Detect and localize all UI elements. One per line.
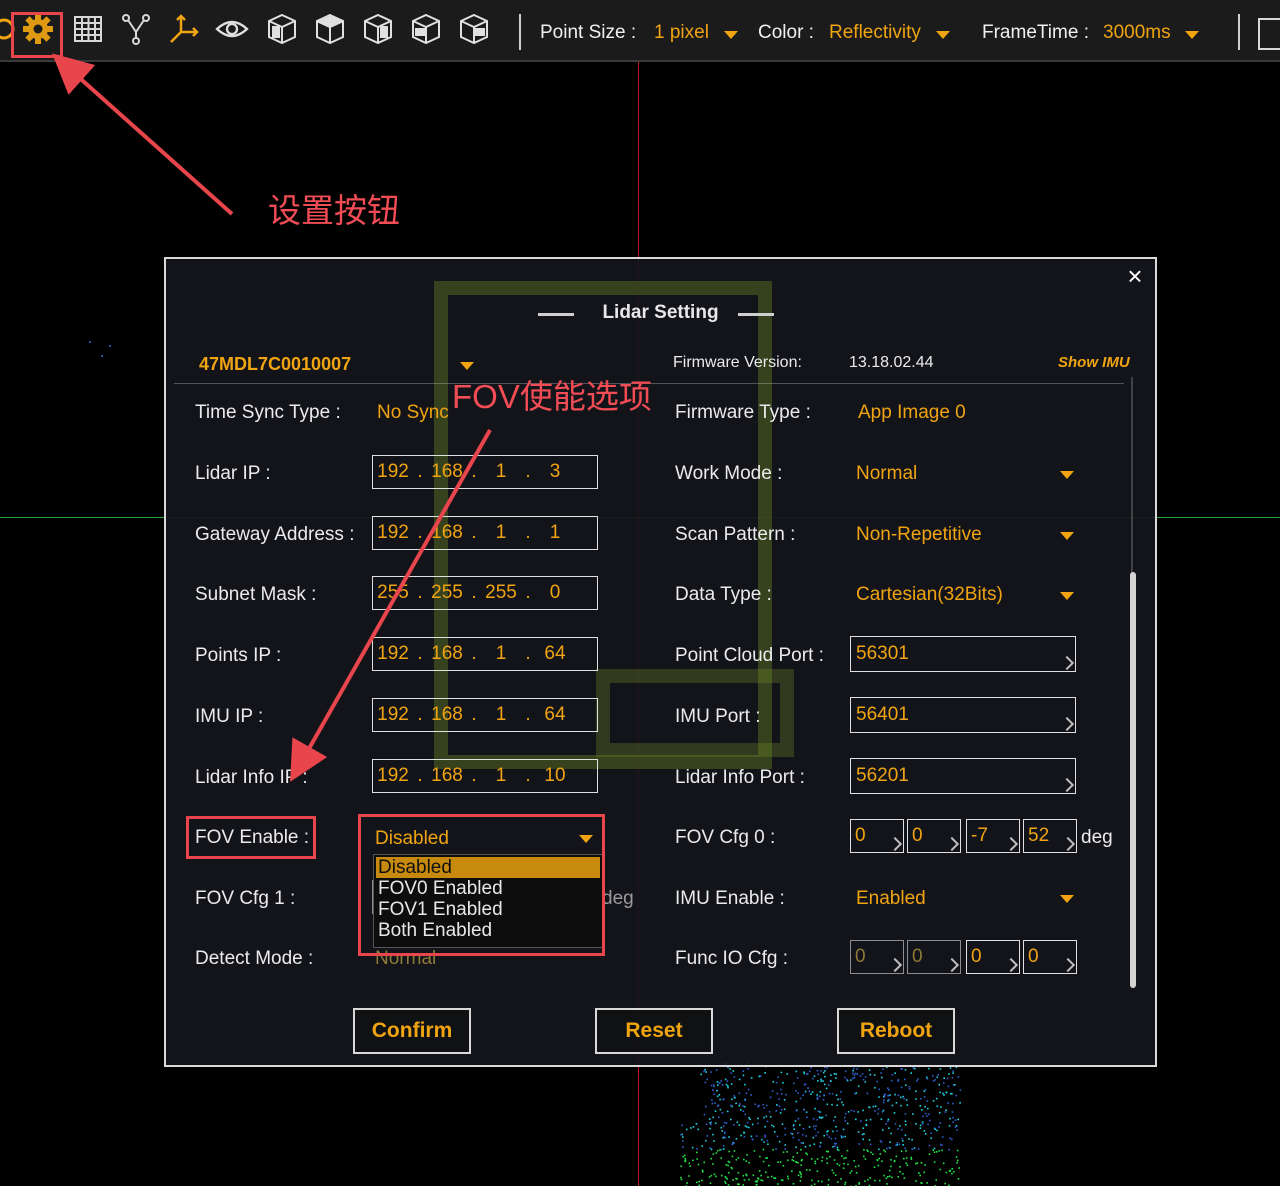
- annotation-arrows: [52, 53, 492, 782]
- arrow-to-fov-enable: [290, 429, 492, 782]
- arrow-to-settings: [52, 53, 234, 216]
